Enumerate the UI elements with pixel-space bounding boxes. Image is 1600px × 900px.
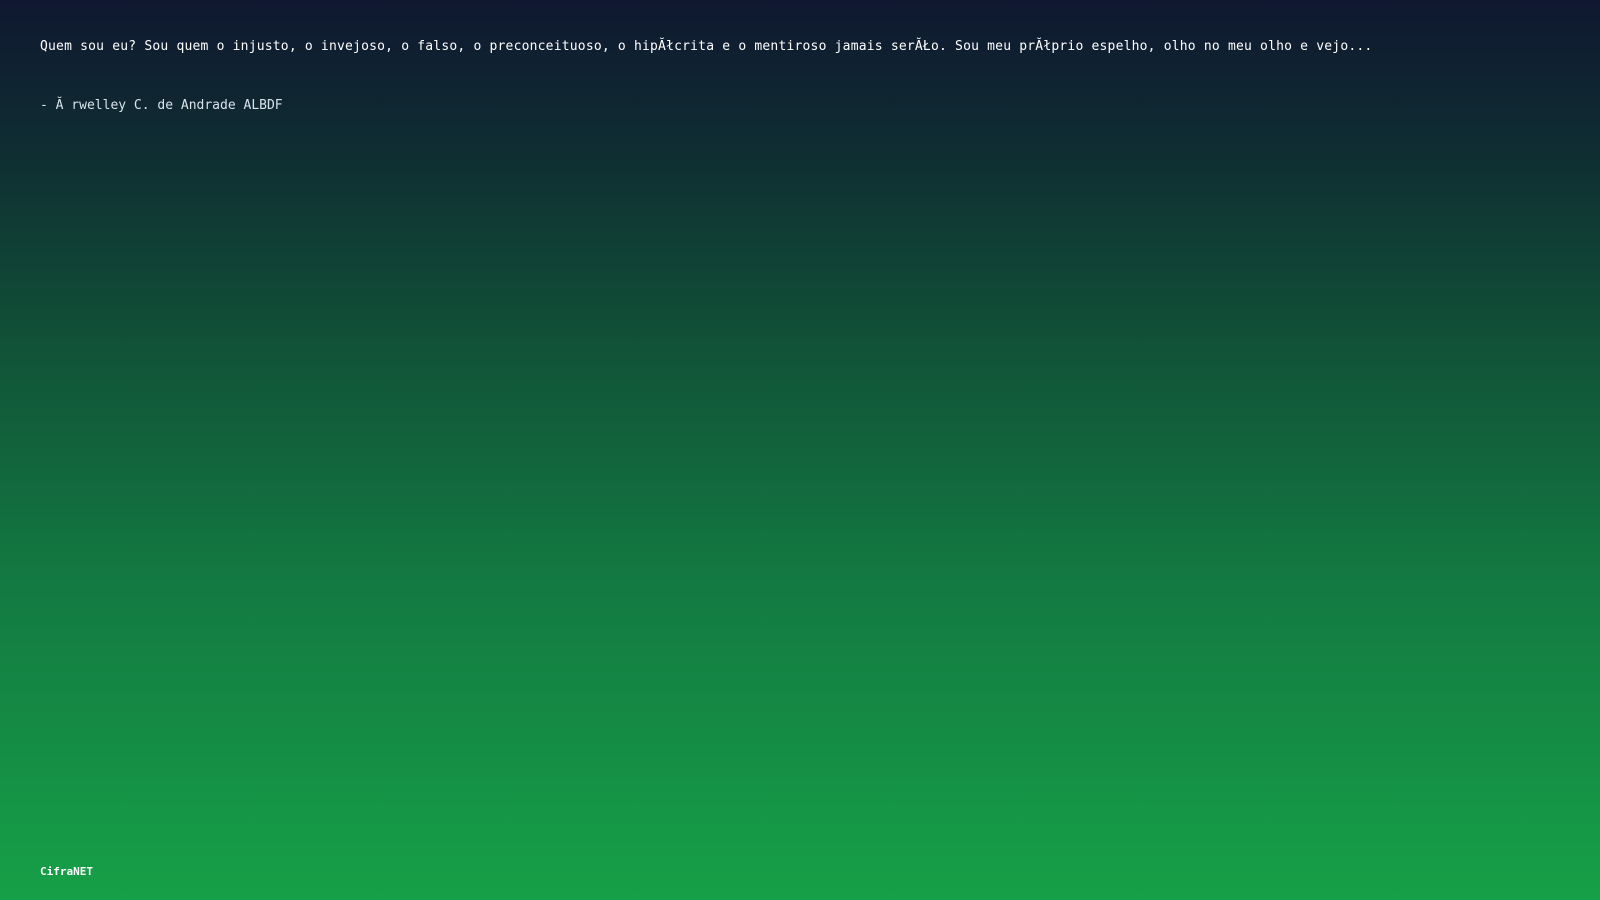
brand-label: CifraNET <box>40 865 93 878</box>
quote-author: - Ă rwelley C. de Andrade ALBDF <box>40 98 283 113</box>
quote-card: Quem sou eu? Sou quem o injusto, o invej… <box>40 36 1580 116</box>
quote-text: Quem sou eu? Sou quem o injusto, o invej… <box>40 39 1373 54</box>
